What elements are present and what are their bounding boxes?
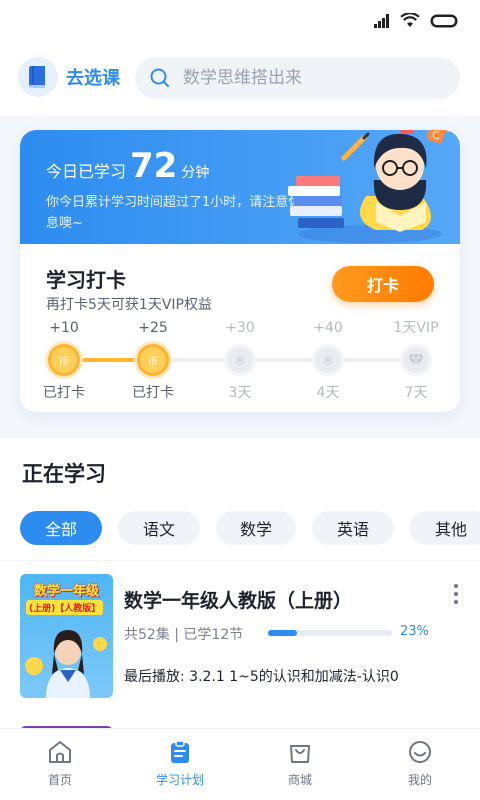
tab-shop[interactable]: 商城 bbox=[240, 729, 360, 800]
choose-course-label: 去选课 bbox=[66, 68, 120, 89]
day-points: +30 bbox=[225, 320, 255, 336]
search-bar[interactable] bbox=[135, 57, 460, 99]
teacher-photo bbox=[25, 630, 107, 698]
checkin-day-4: +40 币 4天 bbox=[298, 318, 358, 402]
choose-course-button[interactable]: 去选课 bbox=[18, 57, 120, 97]
diamond-icon bbox=[400, 344, 432, 376]
day-label: 4天 bbox=[316, 385, 340, 401]
checkin-day-3: +30 币 3天 bbox=[210, 318, 270, 402]
filter-chinese[interactable]: 语文 bbox=[118, 511, 200, 545]
minutes-unit: 分钟 bbox=[181, 165, 210, 181]
filter-math[interactable]: 数学 bbox=[216, 511, 296, 545]
coin-icon: 币 bbox=[48, 344, 80, 376]
day-label: 已打卡 bbox=[132, 385, 174, 401]
track-line-pending bbox=[160, 358, 408, 362]
day-label: 已打卡 bbox=[43, 385, 85, 401]
course-progress-label: 23% bbox=[400, 624, 429, 639]
study-plan-icon bbox=[171, 740, 189, 763]
filter-other[interactable]: 其他 bbox=[410, 511, 480, 545]
tab-label: 商城 bbox=[287, 773, 312, 787]
shopping-bag-icon bbox=[290, 745, 310, 763]
search-icon bbox=[150, 68, 169, 87]
day-points: +40 bbox=[313, 320, 343, 336]
wifi-icon bbox=[400, 13, 420, 27]
course-last-played: 最后播放: 3.2.1 1~5的认识和加减法-认识0 bbox=[124, 669, 399, 685]
tab-home[interactable]: 首页 bbox=[0, 729, 120, 800]
day-label: 7天 bbox=[404, 385, 428, 401]
rest-tip: 你今日累计学习时间超过了1小时，请注意休息噢~ bbox=[46, 195, 302, 231]
course-progress-fill bbox=[268, 630, 297, 636]
course-item[interactable]: 数学一年级 (上册)【人教版】 数学一年级人教版（上册） 共52集 | 已学12… bbox=[20, 574, 460, 698]
tab-label: 首页 bbox=[47, 773, 72, 787]
coin-icon: 币 bbox=[137, 344, 169, 376]
tab-label: 我的 bbox=[407, 773, 432, 787]
today-prefix: 今日已学习 bbox=[46, 162, 127, 181]
checkin-day-7: 1天VIP 7天 bbox=[386, 318, 446, 402]
bottom-tab-bar: 首页 学习计划 商城 我的 bbox=[0, 728, 480, 800]
checkin-track: +10 币 已打卡 +25 币 已打卡 +30 币 3天 +40 币 4天 1天… bbox=[20, 318, 460, 401]
day-points: 1天VIP bbox=[393, 320, 439, 336]
divider bbox=[0, 560, 480, 561]
learning-title: 正在学习 bbox=[22, 462, 106, 486]
signal-icon bbox=[374, 13, 389, 28]
day-points: +25 bbox=[138, 320, 168, 336]
course-thumbnail[interactable]: 数学一年级 (上册)【人教版】 bbox=[20, 574, 113, 698]
coin-icon: 币 bbox=[224, 344, 256, 376]
coin-icon: 币 bbox=[312, 344, 344, 376]
battery-icon bbox=[430, 14, 458, 27]
checkin-day-1: +10 币 已打卡 bbox=[34, 318, 94, 402]
tab-study-plan[interactable]: 学习计划 bbox=[120, 729, 240, 800]
checkin-button[interactable]: 打卡 bbox=[332, 266, 434, 302]
home-icon bbox=[49, 741, 71, 763]
filter-all[interactable]: 全部 bbox=[20, 511, 102, 545]
course-progress-bar bbox=[268, 630, 392, 636]
filter-tabs: 全部 语文 数学 英语 其他 bbox=[20, 511, 480, 545]
status-bar bbox=[0, 0, 480, 44]
top-header: 去选课 bbox=[0, 44, 480, 116]
more-options-icon[interactable] bbox=[446, 580, 466, 610]
book-icon bbox=[18, 57, 58, 97]
checkin-subtitle: 再打卡5天可获1天VIP权益 bbox=[46, 297, 212, 313]
tab-label: 学习计划 bbox=[155, 773, 204, 787]
day-points: +10 bbox=[49, 320, 79, 336]
checkin-day-2: +25 币 已打卡 bbox=[123, 318, 183, 402]
study-card: 今日已学习 72 分钟 你今日累计学习时间超过了1小时，请注意休息噢~ C 学习… bbox=[20, 130, 460, 412]
today-minutes: 72 bbox=[130, 146, 178, 186]
today-study-time: 今日已学习 72 分钟 bbox=[46, 146, 209, 186]
course-meta: 共52集 | 已学12节 bbox=[124, 627, 244, 643]
filter-english[interactable]: 英语 bbox=[312, 511, 394, 545]
girl-reading-illustration: C bbox=[288, 130, 458, 243]
svg-text:C: C bbox=[432, 130, 440, 142]
smile-icon bbox=[409, 741, 431, 763]
study-banner: 今日已学习 72 分钟 你今日累计学习时间超过了1小时，请注意休息噢~ C bbox=[20, 130, 460, 244]
day-label: 3天 bbox=[228, 385, 252, 401]
course-title: 数学一年级人教版（上册） bbox=[124, 590, 353, 612]
checkin-title: 学习打卡 bbox=[46, 268, 126, 292]
search-input[interactable] bbox=[183, 68, 423, 88]
tab-mine[interactable]: 我的 bbox=[360, 729, 480, 800]
